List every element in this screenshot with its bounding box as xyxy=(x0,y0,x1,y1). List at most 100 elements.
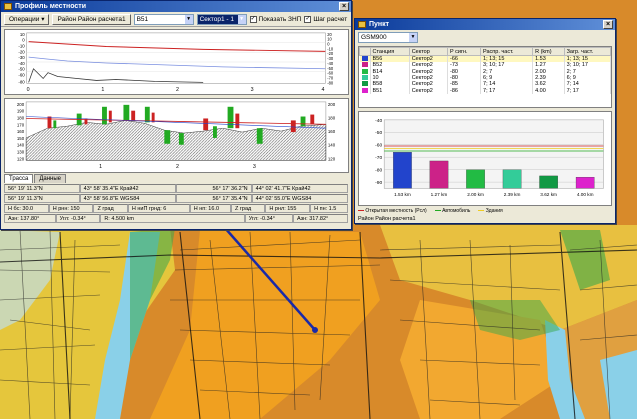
x-tick-label: 3 xyxy=(251,87,254,93)
profile-tabs: Трасса Данные xyxy=(4,174,67,183)
y-tick-label: -50 xyxy=(18,67,25,72)
close-icon[interactable]: × xyxy=(603,20,613,29)
cell-load: 7; 17 xyxy=(564,87,611,94)
chart-bar xyxy=(539,175,558,189)
x-tick-label: 4.00 km xyxy=(577,192,594,197)
column-header-load[interactable]: Загр. част. xyxy=(563,47,611,56)
y-tick-label: 150 xyxy=(17,136,25,141)
y-tick-label: 120 xyxy=(17,156,25,161)
height-row: Н бс: 30.0 Н рнн: 150 Z град Н ниП грнд:… xyxy=(4,204,348,213)
column-header-distance[interactable]: R (km) xyxy=(532,47,565,56)
column-header-freq[interactable]: Распр. част. xyxy=(480,47,534,56)
station-select[interactable]: B51 ▼ xyxy=(133,13,194,25)
x-tick-label: 2 xyxy=(176,87,179,93)
tab-route[interactable]: Трасса xyxy=(4,174,34,183)
cell-station: B51 xyxy=(370,87,410,94)
x-tick-label: 1.53 km xyxy=(394,192,411,197)
end-lon: 44° 02' 41.7"E Край42 xyxy=(251,184,348,193)
x-tick-label: 1 xyxy=(99,164,102,170)
chart-plot-area xyxy=(383,119,604,189)
chart-bar xyxy=(575,176,595,189)
signal-profile-chart[interactable]: 0 1 2 3 4 10 0 -10 -20 -30 -40 -50 -60 -… xyxy=(4,29,349,95)
show-zone-checkbox[interactable]: ✓ Показать ЗНП xyxy=(249,15,301,23)
y-tick-label: -80 xyxy=(18,79,25,84)
distance: R: 4.500 km xyxy=(100,214,245,223)
y-tick-label: 200 xyxy=(17,102,25,107)
column-header-signal[interactable]: P сигн. xyxy=(447,47,482,56)
chart-bar xyxy=(429,160,449,189)
azimuth-start: Азн: 137.80° xyxy=(4,214,56,223)
x-tick-label: 2 xyxy=(176,164,179,170)
y-tick-label: 160 xyxy=(328,129,336,134)
y-tick-label: -60 xyxy=(18,73,25,78)
y-tick-label: -10 xyxy=(18,43,25,48)
y-tick-label: -80 xyxy=(327,80,334,85)
angle-start: Угл: -0.34° xyxy=(55,214,101,223)
height-value: Z град xyxy=(93,204,128,213)
y-tick-label: -40 xyxy=(375,118,382,124)
x-tick-label: 1 xyxy=(101,87,104,93)
table-row[interactable]: B51 Сектор2 -86 7; 17 4.00 7; 17 xyxy=(359,87,611,94)
chart-legend: Открытая местность (Рсл) Автомобиль Здан… xyxy=(358,207,612,215)
column-header-sector[interactable]: Сектор xyxy=(408,47,449,56)
cell-distance: 4.00 xyxy=(532,87,565,94)
y-tick-label: 120 xyxy=(328,156,336,161)
y-tick-label: -70 xyxy=(375,155,382,161)
y-tick-label: 0 xyxy=(22,38,25,43)
coord-row-2: 56° 19' 11.3"N 43° 58' 56.8"E WGS84 56° … xyxy=(4,194,348,203)
x-tick-label: 3.62 km xyxy=(540,192,557,197)
profile-title: Профиль местности xyxy=(15,3,87,10)
y-tick-label: -50 xyxy=(375,130,382,136)
height-value: Z град xyxy=(231,204,266,213)
operations-button[interactable]: Операции ▾ xyxy=(4,13,50,25)
station-titlebar[interactable]: Пункт × xyxy=(355,19,615,30)
station-status: Район Район расчета1 xyxy=(358,216,416,222)
signal-bar-chart[interactable]: -40 -50 -60 -70 -80 -90 1.53 km 1.27 km 2.00 km 2… xyxy=(358,111,612,206)
step-checkbox[interactable]: ✓ Шаг расчет xyxy=(304,15,347,23)
station-window: Пункт × GSM900 ▼ Станция Сектор P сигн. Р… xyxy=(354,18,616,224)
coord-row-1: 56° 19' 11.3"N 43° 58' 35.4"E Край42 56°… xyxy=(4,184,348,193)
top-chart-x-axis: 0 1 2 3 4 xyxy=(27,87,325,93)
tab-data[interactable]: Данные xyxy=(34,174,67,183)
end-lat-wgs: 56° 17' 35.4"N xyxy=(175,194,252,203)
close-icon[interactable]: × xyxy=(339,2,349,11)
y-tick-label: 170 xyxy=(17,122,25,127)
sector-select[interactable]: Сектор1 - 1 ▼ xyxy=(196,13,247,25)
legend-item: Открытая местность (Рсл) xyxy=(358,208,427,214)
chart-bar xyxy=(466,169,485,189)
x-tick-label: 4 xyxy=(321,87,324,93)
x-tick-label: 2.39 km xyxy=(504,192,521,197)
bottom-chart-y-axis-right: 200 180 160 140 120 xyxy=(328,102,336,162)
height-value: Н рнн: 150 xyxy=(48,204,94,213)
top-chart-y-axis-right: 20 10 0 -10 -20 -30 -40 -50 -60 -70 -80 xyxy=(327,32,334,85)
profile-window: Профиль местности × Операции ▾ Район Рай… xyxy=(0,0,352,230)
bottom-chart-y-axis-left: 200 190 180 170 160 150 140 130 120 xyxy=(17,102,25,162)
y-tick-label: 200 xyxy=(328,102,336,107)
y-tick-label: 160 xyxy=(17,129,25,134)
legend-swatch xyxy=(434,210,441,212)
legend-item: Здания xyxy=(478,208,503,214)
network-select[interactable]: GSM900 ▼ xyxy=(358,32,418,43)
y-tick-label: 140 xyxy=(17,143,25,148)
terrain-profile-chart[interactable]: 1 2 3 200 190 180 170 160 150 140 130 12… xyxy=(4,98,349,173)
legend-swatch xyxy=(358,210,364,212)
y-tick-label: -20 xyxy=(18,49,25,54)
column-header-station[interactable]: Станция xyxy=(369,47,410,56)
y-tick-label: 180 xyxy=(328,115,336,120)
angle-end: Угл: -0.34° xyxy=(244,214,293,223)
end-lon-wgs: 44° 02' 55.0"E WGS84 xyxy=(251,194,348,203)
link-selector-button[interactable]: Район Район расчета1 xyxy=(52,13,131,25)
y-tick-label: 180 xyxy=(17,115,25,120)
y-tick-label: -30 xyxy=(18,55,25,60)
azimuth-row: Азн: 137.80° Угл: -0.34° R: 4.500 km Угл… xyxy=(4,214,348,223)
y-tick-label: 130 xyxy=(17,150,25,155)
x-tick-label: 2.00 km xyxy=(467,192,484,197)
y-tick-label: 10 xyxy=(20,32,25,37)
height-value: Н пн: 1.5 xyxy=(310,204,348,213)
y-tick-label: 190 xyxy=(17,109,25,114)
start-lat: 56° 19' 11.3"N xyxy=(4,184,80,193)
bottom-chart-x-axis: 1 2 3 xyxy=(99,164,256,170)
chart-bar xyxy=(393,152,412,189)
profile-toolbar: Операции ▾ Район Район расчета1 B51 ▼ Сек… xyxy=(1,12,351,27)
profile-titlebar[interactable]: Профиль местности × xyxy=(1,1,351,12)
